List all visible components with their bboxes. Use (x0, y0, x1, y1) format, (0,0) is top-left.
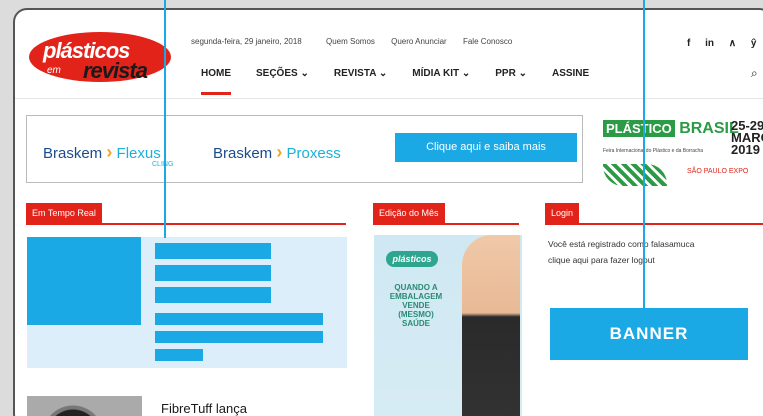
twitter-icon[interactable]: ŷ (751, 38, 757, 49)
post-title-line (155, 287, 271, 303)
post-title-line (155, 265, 271, 281)
rss-icon[interactable]: ∧ (729, 38, 736, 49)
article-title[interactable]: FibreTuff lança (161, 401, 247, 416)
nav-assine[interactable]: ASSINE (552, 68, 589, 95)
ad-cta-button[interactable]: Clique aqui e saiba mais (395, 133, 577, 162)
highlighted-post[interactable] (27, 237, 347, 368)
banner-label: BANNER (550, 308, 748, 360)
section-em-tempo-real: Em Tempo Real (26, 203, 346, 225)
sponsor-word: BRASIL (679, 120, 739, 137)
braskem-logo-icon-2: › (276, 142, 283, 162)
logo-word-em: em (47, 65, 61, 76)
linkedin-icon[interactable]: in (705, 38, 714, 49)
login-status: Você está registrado como falasamuca cli… (548, 236, 694, 268)
magazine-cover-photo (462, 235, 520, 416)
search-icon[interactable]: ⌕ (751, 66, 758, 81)
nav-midia-kit[interactable]: MÍDIA KIT ⌄ (412, 68, 470, 95)
nav-ppr[interactable]: PPR ⌄ (495, 68, 527, 95)
post-title-line (155, 243, 271, 259)
ad-brand-name-2: Braskem (213, 145, 273, 162)
login-registered-text: Você está registrado como falasamuca (548, 239, 695, 249)
ad-brand-flexus: Braskem › Flexus (43, 142, 161, 163)
section-title-login: Login (545, 203, 580, 223)
link-quem-somos[interactable]: Quem Somos (326, 37, 375, 46)
header-divider (15, 98, 763, 99)
sponsor-feira: Feira Internacional do Plástico e da Bor… (603, 148, 704, 154)
facebook-icon[interactable]: f (687, 38, 690, 49)
nav-revista[interactable]: REVISTA ⌄ (334, 68, 387, 95)
link-quero-anunciar[interactable]: Quero Anunciar (391, 37, 447, 46)
ad-banner-braskem[interactable]: Braskem › Flexus CLING Braskem › Proxess… (26, 115, 583, 183)
main-nav: HOME SEÇÕES ⌄ REVISTA ⌄ MÍDIA KIT ⌄ PPR … (201, 68, 614, 95)
callout-line-post (164, 0, 166, 238)
nav-home[interactable]: HOME (201, 68, 231, 95)
ad-brand-name: Braskem (43, 145, 103, 162)
section-title-realtime: Em Tempo Real (26, 203, 102, 223)
sponsor-plastico-brasil[interactable]: PLÁSTICO BRASIL 25-29MARÇO2019 Feira Int… (603, 118, 763, 190)
ad-product-sub: CLING (152, 161, 174, 168)
magazine-logo: plásticos (386, 251, 438, 267)
post-excerpt-line (155, 349, 203, 361)
post-image-placeholder (27, 237, 141, 325)
current-date: segunda-feira, 29 janeiro, 2018 (191, 37, 302, 46)
ad-product-proxess: Proxess (286, 145, 341, 162)
logout-link[interactable]: clique aqui para fazer logout (548, 252, 694, 268)
braskem-logo-icon: › (106, 142, 113, 162)
article-thumbnail[interactable] (27, 396, 142, 416)
sponsor-expo: SÃO PAULO EXPO (687, 168, 749, 175)
link-fale-conosco[interactable]: Fale Conosco (463, 37, 512, 46)
nav-secoes[interactable]: SEÇÕES ⌄ (256, 68, 309, 95)
sponsor-dates: 25-29MARÇO2019 (731, 118, 763, 157)
sponsor-tag: PLÁSTICO (603, 120, 675, 137)
post-excerpt-line (155, 313, 323, 325)
magazine-cover[interactable]: plásticos QUANDO A EMBALAGEM VENDE (MESM… (374, 235, 522, 416)
section-edicao-do-mes: Edição do Mês (373, 203, 519, 225)
sponsor-wave-graphic (603, 164, 667, 186)
top-bar: segunda-feira, 29 janeiro, 2018 Quem Som… (191, 37, 526, 46)
magazine-headline: QUANDO A EMBALAGEM VENDE (MESMO) SAÚDE (389, 283, 443, 328)
ad-product-flexus: Flexus (116, 145, 161, 162)
social-links: f in ∧ ŷ (687, 38, 763, 49)
section-title-edition: Edição do Mês (373, 203, 445, 223)
ad-brand-proxess: Braskem › Proxess (213, 142, 341, 163)
section-login: Login (545, 203, 763, 225)
callout-line-banner (643, 0, 645, 308)
post-excerpt-line (155, 331, 323, 343)
logo-word-bottom: revista (83, 58, 148, 83)
site-logo[interactable]: plásticos em revista (29, 32, 171, 83)
